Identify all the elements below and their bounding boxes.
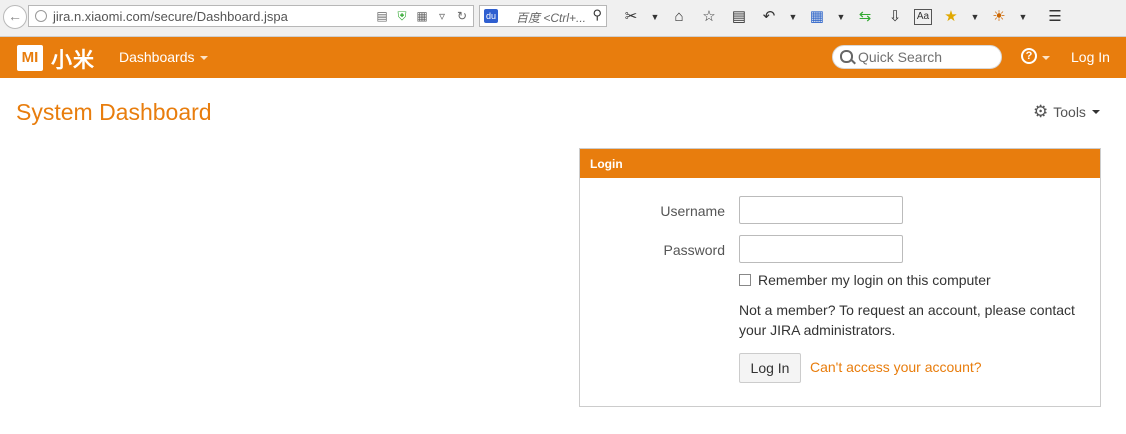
bug-dropdown-icon[interactable]: ▼ bbox=[1018, 6, 1028, 28]
reload-icon[interactable]: ↻ bbox=[455, 8, 469, 24]
mi-logo-icon[interactable]: MI bbox=[17, 45, 43, 71]
undo-icon[interactable]: ↶ bbox=[758, 6, 780, 28]
apps-grid-icon[interactable]: ▦ bbox=[806, 6, 828, 28]
chevron-down-icon bbox=[1091, 110, 1100, 114]
url-bar[interactable]: jira.n.xiaomi.com/secure/Dashboard.jspa … bbox=[28, 5, 474, 27]
quick-search-placeholder: Quick Search bbox=[858, 49, 943, 65]
login-gadget-title: Login bbox=[590, 157, 623, 171]
remember-me-row[interactable]: Remember my login on this computer bbox=[739, 272, 991, 288]
cant-access-link[interactable]: Can't access your account? bbox=[810, 359, 982, 375]
magnifier-icon[interactable]: ⚲ bbox=[592, 7, 602, 23]
clipboard-icon[interactable]: ▤ bbox=[728, 6, 750, 28]
login-button[interactable]: Log In bbox=[739, 353, 801, 383]
login-gadget-header: Login bbox=[580, 149, 1100, 178]
quick-search-input[interactable]: Quick Search bbox=[832, 45, 1002, 69]
dashboards-menu[interactable]: Dashboards bbox=[119, 49, 208, 65]
tools-menu[interactable]: ⚙ Tools bbox=[1033, 102, 1100, 121]
password-field[interactable] bbox=[739, 235, 903, 263]
help-icon[interactable]: ? bbox=[1021, 48, 1037, 64]
not-member-text: Not a member? To request an account, ple… bbox=[739, 302, 1075, 338]
baidu-paw-icon: du bbox=[484, 9, 498, 23]
bookmark-star-icon[interactable]: ☆ bbox=[698, 6, 720, 28]
reader-mode-icon[interactable]: ▤ bbox=[375, 8, 389, 24]
extension-star-icon[interactable]: ★ bbox=[940, 6, 962, 28]
remember-me-checkbox[interactable] bbox=[739, 274, 751, 286]
url-text: jira.n.xiaomi.com/secure/Dashboard.jspa bbox=[53, 9, 288, 24]
back-arrow-icon[interactable]: ← bbox=[3, 5, 27, 29]
gear-icon: ⚙ bbox=[1033, 102, 1049, 121]
browser-search-box[interactable]: du 百度 <Ctrl+... ⚲ bbox=[479, 5, 607, 27]
apps-dropdown-icon[interactable]: ▼ bbox=[836, 6, 846, 28]
bug-icon[interactable]: ☀ bbox=[988, 6, 1010, 28]
menu-icon[interactable]: ☰ bbox=[1044, 6, 1066, 28]
header-login-link[interactable]: Log In bbox=[1071, 49, 1110, 65]
screenshot-dropdown-icon[interactable]: ▼ bbox=[650, 6, 660, 28]
page-title: System Dashboard bbox=[16, 99, 212, 125]
login-gadget: Login Username Password Remember my logi… bbox=[579, 148, 1101, 407]
dropdown-arrow-icon[interactable]: ▿ bbox=[435, 8, 449, 24]
tools-label: Tools bbox=[1053, 104, 1086, 120]
toolbar-icons: ✂ ▼ ⌂ ☆ ▤ ↶ ▼ ▦ ▼ ⇆ ⇩ Aa ★ ▼ ☀ ▼ ☰ bbox=[620, 6, 1074, 28]
username-label: Username bbox=[660, 203, 725, 219]
download-icon[interactable]: ⇩ bbox=[884, 6, 906, 28]
app-header: MI 小米 Dashboards Quick Search ? Log In bbox=[0, 37, 1126, 78]
logo-text[interactable]: 小米 bbox=[51, 44, 95, 74]
dashboards-label: Dashboards bbox=[119, 49, 195, 65]
browser-toolbar: ← jira.n.xiaomi.com/secure/Dashboard.jsp… bbox=[0, 0, 1126, 37]
remember-me-label[interactable]: Remember my login on this computer bbox=[758, 272, 991, 288]
chevron-down-icon bbox=[199, 56, 208, 61]
home-icon[interactable]: ⌂ bbox=[668, 6, 690, 28]
globe-icon bbox=[35, 10, 47, 22]
browser-search-placeholder: 百度 <Ctrl+... bbox=[516, 11, 587, 25]
url-bar-icons: ▤ ⛨ ▦ ▿ ↻ bbox=[375, 8, 469, 24]
sync-arrows-icon[interactable]: ⇆ bbox=[854, 6, 876, 28]
extension-dropdown-icon[interactable]: ▼ bbox=[970, 6, 980, 28]
shield-icon[interactable]: ⛨ bbox=[395, 8, 409, 24]
help-chevron-down-icon[interactable] bbox=[1042, 56, 1050, 60]
search-icon bbox=[840, 50, 853, 63]
password-label: Password bbox=[663, 242, 725, 258]
qr-code-icon[interactable]: ▦ bbox=[415, 8, 429, 24]
translate-icon[interactable]: Aa bbox=[914, 9, 932, 25]
username-field[interactable] bbox=[739, 196, 903, 224]
undo-dropdown-icon[interactable]: ▼ bbox=[788, 6, 798, 28]
screenshot-icon[interactable]: ✂ bbox=[620, 6, 642, 28]
